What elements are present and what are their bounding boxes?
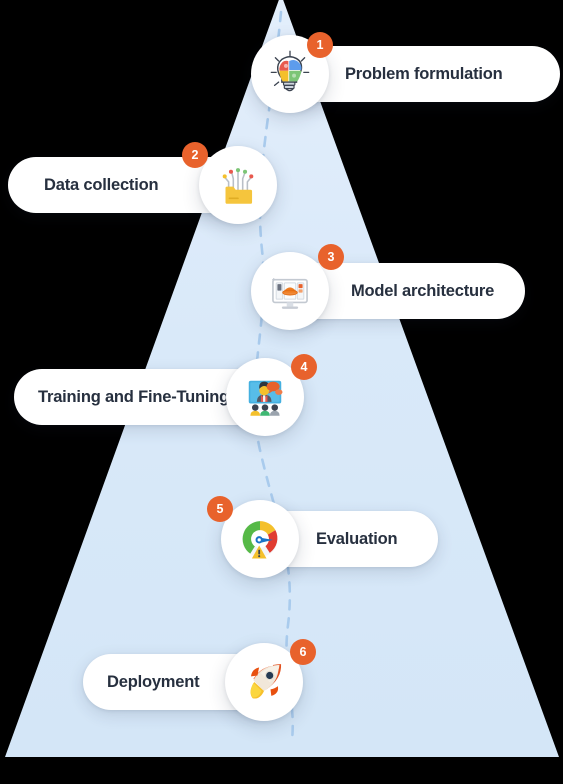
step-badge-5: 5 <box>207 496 233 522</box>
gauge-warning-icon <box>242 521 278 559</box>
step-badge-4: 4 <box>291 354 317 380</box>
step-label-6: Deployment <box>107 672 200 691</box>
step-label-1: Problem formulation <box>345 64 503 83</box>
step-badge-2: 2 <box>182 142 208 168</box>
folder-circuit-icon <box>222 168 254 204</box>
rocket-icon <box>250 664 282 699</box>
step-badge-6: 6 <box>290 639 316 665</box>
video-training-icon <box>248 380 283 416</box>
lightbulb-puzzle-icon <box>270 50 310 92</box>
step-icon-circle-2[interactable] <box>199 146 277 224</box>
step-label-4: Training and Fine-Tuning <box>38 387 230 406</box>
monitor-model-icon <box>272 278 308 309</box>
step-label-3: Model architecture <box>351 281 495 300</box>
step-icon-circle-3[interactable] <box>251 252 329 330</box>
step-label-5: Evaluation <box>316 529 398 548</box>
step-badge-3: 3 <box>318 244 344 270</box>
step-badge-1: 1 <box>307 32 333 58</box>
diagram-canvas: Problem formulation 1 Data collection 2 … <box>0 0 563 784</box>
step-label-2: Data collection <box>44 175 159 194</box>
